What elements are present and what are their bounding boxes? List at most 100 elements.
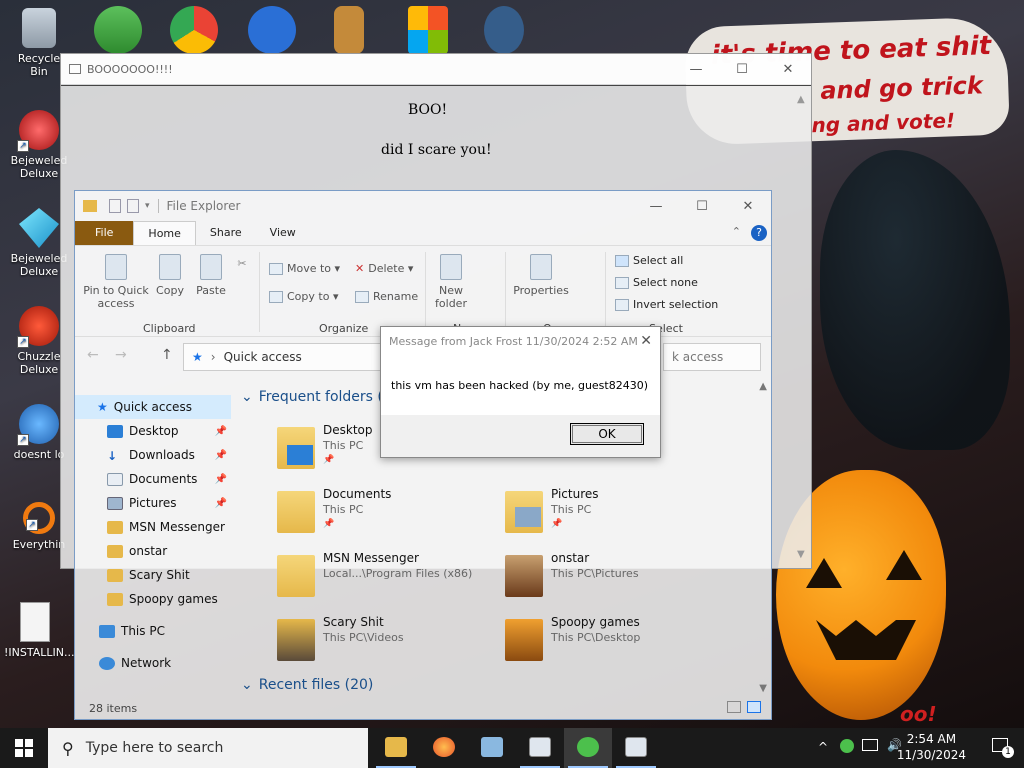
- minimize-button[interactable]: —: [673, 54, 719, 84]
- customize-toolbar-icon[interactable]: ▾: [145, 201, 150, 211]
- bejeweled-gem-icon: ↗: [17, 110, 59, 152]
- cut-icon[interactable]: ✂: [235, 254, 249, 274]
- nav-item-documents[interactable]: Documents 📌: [75, 467, 231, 491]
- pin-quick-access-button[interactable]: Pin to Quick access: [81, 254, 151, 310]
- chrome-icon[interactable]: [170, 6, 218, 54]
- select-all-button[interactable]: Select all: [615, 254, 683, 267]
- back-arrow-icon[interactable]: ←: [87, 347, 99, 363]
- nav-item-msn-messenger[interactable]: MSN Messenger: [75, 515, 231, 539]
- taskbar: ⚲ Type here to search ^ 🔊 2:54 AM 11/30/…: [0, 728, 1024, 768]
- start-button[interactable]: [0, 728, 48, 768]
- msn-tray-icon[interactable]: [840, 739, 854, 753]
- taskbar-window-app-2[interactable]: [612, 728, 660, 768]
- new-folder-quick-icon[interactable]: [127, 199, 139, 213]
- nav-item-onstar[interactable]: onstar: [75, 539, 231, 563]
- taskbar-search-box[interactable]: ⚲ Type here to search: [48, 728, 368, 768]
- recent-files-header[interactable]: ⌄ Recent files (20): [241, 677, 373, 693]
- magnifier-icon: ↗: [23, 502, 55, 534]
- delete-button[interactable]: ✕ Delete ▾: [355, 262, 413, 275]
- nav-item-scary-shit[interactable]: Scary Shit: [75, 563, 231, 587]
- taskbar-file-explorer[interactable]: [372, 728, 420, 768]
- explorer-close-button[interactable]: ✕: [725, 191, 771, 221]
- breadcrumb-chevron-icon: ›: [210, 350, 216, 364]
- content-scroll-up-icon[interactable]: ▲: [759, 381, 767, 392]
- properties-button[interactable]: Properties: [511, 254, 571, 297]
- up-arrow-icon[interactable]: ↑: [161, 347, 173, 363]
- ribbon-collapse-icon[interactable]: ⌃: [732, 225, 741, 238]
- chevron-down-icon: ⌄: [241, 389, 253, 405]
- door-app-icon[interactable]: [334, 6, 364, 54]
- folder-tile-scary-shit[interactable]: Scary Shit This PC\Videos: [277, 615, 497, 673]
- message-dialog-title: Message from Jack Frost 11/30/2024 2:52 …: [389, 335, 638, 348]
- windows-shield-icon[interactable]: [408, 6, 448, 54]
- ok-button[interactable]: OK: [570, 423, 644, 445]
- move-to-icon: [269, 263, 283, 275]
- nav-item-downloads[interactable]: ↓ Downloads 📌: [75, 443, 231, 467]
- dialog-close-icon[interactable]: ✕: [640, 333, 652, 349]
- tab-file[interactable]: File: [75, 221, 134, 245]
- explorer-minimize-button[interactable]: —: [633, 191, 679, 221]
- forward-arrow-icon[interactable]: →: [115, 347, 127, 363]
- bird-icon: ↗: [17, 404, 59, 446]
- content-scroll-down-icon[interactable]: ▼: [759, 683, 767, 694]
- nav-item-network[interactable]: Network: [75, 651, 231, 675]
- rename-button[interactable]: Rename: [355, 290, 418, 303]
- folder-tile-documents[interactable]: Documents This PC 📌: [277, 487, 497, 545]
- msn-messenger-icon[interactable]: [94, 6, 142, 54]
- tab-share[interactable]: Share: [196, 221, 256, 245]
- folder-tile-msn-messenger[interactable]: MSN Messenger Local...\Program Files (x8…: [277, 551, 517, 609]
- maximize-button[interactable]: ☐: [719, 54, 765, 84]
- select-all-icon: [615, 255, 629, 267]
- scroll-up-icon[interactable]: ▲: [797, 94, 805, 105]
- paste-button[interactable]: Paste: [193, 254, 229, 297]
- close-button[interactable]: ✕: [765, 54, 811, 84]
- boo-scrollbar[interactable]: ▲ ▼: [795, 86, 811, 568]
- folder-tile-pictures[interactable]: Pictures This PC 📌: [505, 487, 725, 545]
- nav-item-quick-access[interactable]: ★ Quick access: [75, 395, 231, 419]
- ribbon: Pin to Quick access Copy Paste ✂ Clipboa…: [75, 245, 771, 337]
- copy-to-button[interactable]: Copy to ▾: [269, 290, 338, 303]
- nav-item-desktop[interactable]: Desktop 📌: [75, 419, 231, 443]
- desktop-icon-installing[interactable]: !INSTALLIN...: [4, 602, 74, 659]
- tab-home[interactable]: Home: [133, 221, 196, 245]
- properties-icon: [530, 254, 552, 280]
- properties-quick-icon[interactable]: [109, 199, 121, 213]
- download-arrow-icon: ↓: [107, 448, 118, 463]
- tiles-view-icon[interactable]: [747, 701, 761, 713]
- new-folder-button[interactable]: New folder: [431, 254, 471, 310]
- select-none-button[interactable]: Select none: [615, 276, 698, 289]
- show-hidden-icons-chevron-icon[interactable]: ^: [818, 740, 828, 754]
- game-character-icon[interactable]: [484, 6, 524, 54]
- clock[interactable]: 2:54 AM 11/30/2024: [897, 731, 966, 763]
- frequent-folders-header[interactable]: ⌄ Frequent folders (8: [241, 389, 392, 405]
- nav-item-spoopy-games[interactable]: Spoopy games: [75, 587, 231, 611]
- diamond-icon: [19, 208, 59, 248]
- details-view-icon[interactable]: [727, 701, 741, 713]
- nav-item-pictures[interactable]: Pictures 📌: [75, 491, 231, 515]
- invert-selection-button[interactable]: Invert selection: [615, 298, 718, 311]
- explorer-maximize-button[interactable]: ☐: [679, 191, 725, 221]
- copy-to-icon: [269, 291, 283, 303]
- help-icon[interactable]: ?: [751, 225, 767, 241]
- folder-tile-onstar[interactable]: onstar This PC\Pictures: [505, 551, 725, 609]
- copy-icon: [159, 254, 181, 280]
- nav-item-this-pc[interactable]: This PC: [75, 619, 231, 643]
- folder-icon: [107, 568, 123, 582]
- move-to-button[interactable]: Move to ▾: [269, 262, 340, 275]
- tab-view[interactable]: View: [256, 221, 310, 245]
- pinball-icon[interactable]: [248, 6, 296, 54]
- network-icon: [99, 656, 115, 670]
- pin-icon: [105, 254, 127, 280]
- taskbar-notepad[interactable]: [468, 728, 516, 768]
- taskbar-msn-messenger[interactable]: [564, 728, 612, 768]
- search-box[interactable]: k access: [663, 343, 761, 371]
- network-icon[interactable]: [862, 739, 878, 751]
- wallpaper-tree: [820, 150, 1010, 450]
- folder-tile-spoopy-games[interactable]: Spoopy games This PC\Desktop: [505, 615, 725, 673]
- paste-icon: [200, 254, 222, 280]
- scroll-down-icon[interactable]: ▼: [797, 549, 805, 560]
- file-explorer-icon: [385, 737, 407, 757]
- taskbar-window-app-1[interactable]: [516, 728, 564, 768]
- copy-button[interactable]: Copy: [153, 254, 187, 297]
- taskbar-firefox[interactable]: [420, 728, 468, 768]
